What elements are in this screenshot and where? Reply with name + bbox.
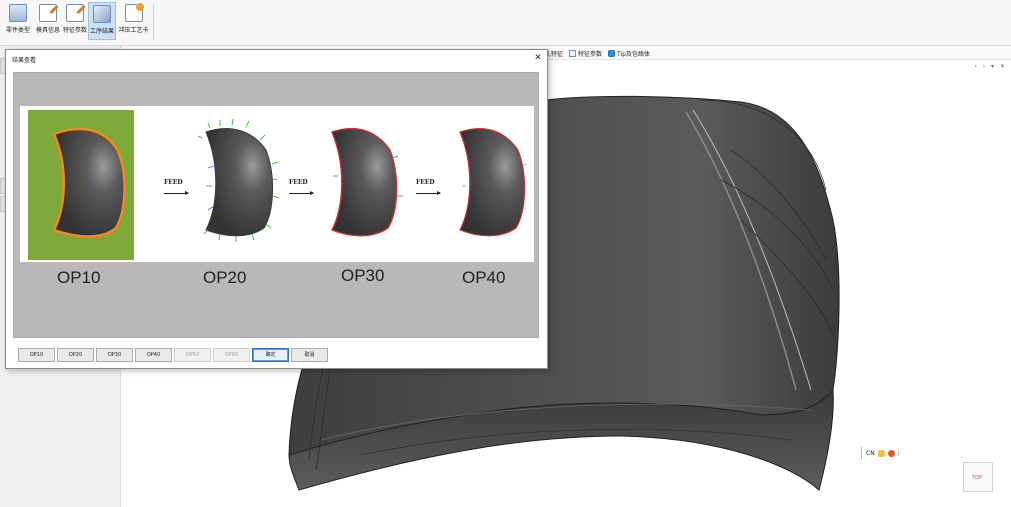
op40-part [459, 128, 526, 237]
op20-label: OP20 [203, 268, 247, 287]
stamping-card-label: 冲压工艺卡 [118, 27, 149, 34]
op40-label: OP40 [462, 268, 506, 287]
op30-part [331, 127, 398, 237]
view-cube-label: TOP [972, 475, 983, 481]
status-widget[interactable]: CN ⁝ [861, 447, 900, 459]
process-result-label: 工序结果 [89, 28, 114, 35]
tip-envelope-icon [608, 50, 615, 57]
die-info-icon [39, 4, 57, 22]
op20-button[interactable]: OP20 [57, 348, 94, 362]
die-info-button[interactable]: 模具信息 [34, 2, 62, 40]
dialog-button-row: OP10 OP20 OP30 OP40 OP50 OP60 确定 取消 [18, 348, 328, 362]
op40-button[interactable]: OP40 [135, 348, 172, 362]
close-icon[interactable]: ✕ [532, 52, 544, 64]
status-more[interactable]: ⁝ [898, 450, 900, 457]
stamping-card-icon [124, 3, 144, 22]
feature-params-small-icon [569, 50, 576, 57]
feature-params-item-label: 特征参数 [578, 51, 603, 58]
feature-params-icon [66, 4, 84, 22]
feed-arrow-1 [164, 191, 189, 195]
op20-part [205, 128, 273, 237]
ribbon-toolbar: 零件类型 模具信息 特征参数 工序结果 冲压工艺卡 [0, 0, 1011, 46]
process-result-icon [93, 5, 111, 23]
op10-label: OP10 [57, 268, 101, 287]
process-result-button[interactable]: 工序结果 [88, 2, 116, 40]
op50-button[interactable]: OP50 [174, 348, 211, 362]
op30-label: OP30 [341, 266, 385, 285]
feed-label-3: FEED [416, 179, 435, 186]
feed-arrow-3 [416, 191, 441, 195]
part-type-icon [9, 4, 27, 22]
feature-params-item[interactable]: 特征参数 [569, 49, 602, 58]
viewport-tab-controls[interactable]: ‹ › ▾ ✕ [974, 63, 1007, 70]
op10-part [52, 127, 126, 238]
feed-label-2: FEED [289, 179, 308, 186]
op60-button[interactable]: OP60 [213, 348, 250, 362]
feed-label-1: FEED [164, 179, 183, 186]
dialog-title: 结果查看 [12, 57, 37, 64]
ribbon-separator [153, 4, 154, 40]
part-type-button[interactable]: 零件类型 [3, 2, 33, 40]
feed-arrow-2 [289, 191, 314, 195]
op10-button[interactable]: OP10 [18, 348, 55, 362]
tip-envelope-item[interactable]: Tip及包络体 [608, 49, 650, 58]
die-info-label: 模具信息 [35, 27, 60, 34]
language-indicator[interactable]: CN [866, 450, 875, 457]
ime-icon[interactable] [887, 449, 895, 457]
input-mode-icon[interactable] [877, 449, 885, 457]
part-type-label: 零件类型 [5, 27, 30, 34]
feature-params-button[interactable]: 特征参数 [62, 2, 88, 40]
result-image-area: FEED FEED FEED OP10 OP20 OP30 OP40 [13, 72, 539, 338]
op30-button[interactable]: OP30 [96, 348, 133, 362]
result-view-dialog: 结果查看 ✕ FEED FEED FEED OP10 OP20 OP30 OP4… [5, 49, 548, 369]
view-cube[interactable]: TOP [963, 462, 993, 492]
ok-button[interactable]: 确定 [252, 348, 289, 362]
tip-envelope-label: Tip及包络体 [617, 51, 650, 58]
cancel-button[interactable]: 取消 [291, 348, 328, 362]
process-sequence-image [20, 106, 534, 262]
process-parts-drawing [28, 110, 527, 260]
feature-params-label: 特征参数 [62, 27, 87, 34]
stamping-card-button[interactable]: 冲压工艺卡 [117, 2, 150, 40]
